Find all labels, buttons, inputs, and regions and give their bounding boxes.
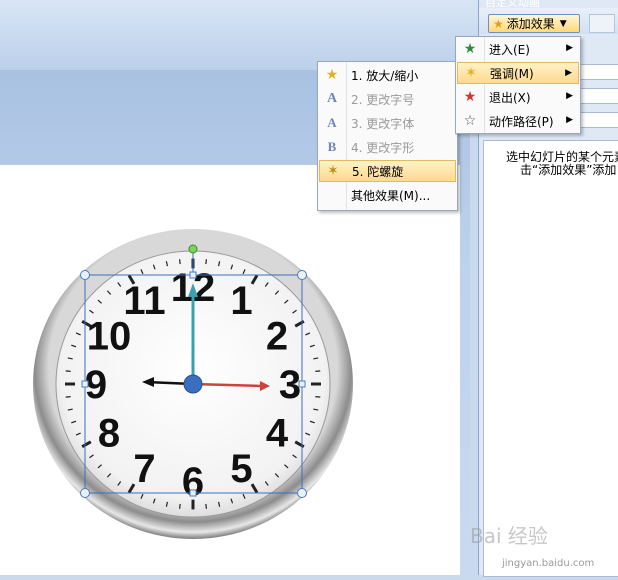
font-icon: A [327,115,337,130]
emphasis-star-icon: ✶ [465,65,477,81]
add-effect-button[interactable]: ★ 添加效果 ▼ [488,14,580,33]
resize-handle-b[interactable] [189,489,197,497]
menu-item-label: 5. 陀螺旋 [352,164,404,179]
menu-item-font: A 3. 更改字体 [319,112,456,134]
submenu-arrow-icon: ▶ [566,43,573,53]
clock-numeral: 1 [230,279,252,323]
emphasis-effects-menu: ★ 1. 放大/缩小 A 2. 更改字号 A 3. 更改字体 B 4. 更改字形… [317,61,458,211]
pane-hint-line2: 击“添加效果”添加 [520,163,617,177]
clock-numeral: 2 [266,315,288,359]
clock-tick [205,503,207,509]
resize-handle-tr[interactable] [297,270,307,280]
exit-star-icon: ★ [463,89,477,105]
watermark-url: jingyan.baidu.com [502,558,595,569]
clock-numeral: 5 [230,447,252,491]
entrance-star-icon: ★ [463,41,477,57]
clock-numeral: 4 [266,412,289,456]
effect-list[interactable]: 选中幻灯片的某个元素 击“添加效果”添加 [483,140,618,577]
ribbon-area [0,0,480,70]
menu-item-label: 1. 放大/缩小 [351,68,419,83]
pane-hint: 选中幻灯片的某个元素 击“添加效果”添加 [506,151,618,177]
clock-numeral: 3 [279,363,301,407]
add-effect-label: 添加效果 [506,17,555,31]
rotate-handle[interactable] [188,244,198,254]
add-effect-category-menu: ★ 进入(E) ▶ ✶ 强调(M) ▶ ★ 退出(X) ▶ ☆ 动作路径(P) … [455,36,581,134]
menu-item-entrance[interactable]: ★ 进入(E) ▶ [457,38,579,60]
menu-item-label: 进入(E) [489,42,530,57]
submenu-arrow-icon: ▶ [565,68,572,78]
clock-tick [315,370,321,372]
clock-tick [65,370,71,372]
menu-item-grow-shrink[interactable]: ★ 1. 放大/缩小 [319,64,456,86]
remove-effect-button[interactable] [589,14,615,33]
menu-item-label: 其他效果(M)... [351,188,431,203]
menu-item-font-style: B 4. 更改字形 [319,136,456,158]
clock-image[interactable]: 121234567891011 [30,225,360,545]
grow-shrink-icon: ★ [325,67,339,83]
submenu-arrow-icon: ▶ [566,115,573,125]
font-style-icon: B [327,139,337,154]
resize-handle-r[interactable] [298,380,306,388]
clock-numeral: 8 [98,412,120,456]
menu-item-more-effects[interactable]: 其他效果(M)... [319,184,456,206]
menu-item-label: 2. 更改字号 [351,92,415,107]
motion-path-star-icon: ☆ [463,113,477,129]
menu-item-label: 动作路径(P) [489,114,554,129]
watermark-text: Bai 经验 [470,524,548,548]
resize-handle-tl[interactable] [80,270,90,280]
menu-item-label: 3. 更改字体 [351,116,415,131]
clock-tick [205,259,207,265]
menu-item-emphasis[interactable]: ✶ 强调(M) ▶ [457,62,579,84]
menu-item-spin[interactable]: ✶ 5. 陀螺旋 [319,160,456,182]
menu-item-label: 强调(M) [490,66,534,81]
watermark-logo: Bai 经验 [470,520,618,580]
clock-numeral: 11 [123,279,165,323]
spin-icon: ✶ [327,163,339,179]
chevron-down-icon: ▼ [559,18,567,29]
add-effect-star-icon: ★ [493,16,504,31]
empty-icon-slot [319,184,345,206]
clock-numeral: 6 [182,460,204,504]
clock-numeral: 7 [133,447,155,491]
menu-item-motion-path[interactable]: ☆ 动作路径(P) ▶ [457,110,579,132]
clock-tick [179,503,181,509]
clock-tick [179,259,181,265]
font-size-icon: A [326,91,338,106]
resize-handle-l[interactable] [81,380,89,388]
resize-handle-t[interactable] [189,271,197,279]
resize-handle-bl[interactable] [80,488,90,498]
clock-tick [315,396,321,398]
clock-tick [65,396,71,398]
clock-center [183,374,203,394]
menu-item-label: 退出(X) [489,90,531,105]
resize-handle-br[interactable] [297,488,307,498]
menu-item-font-size: A 2. 更改字号 [319,88,456,110]
menu-item-label: 4. 更改字形 [351,140,415,155]
menu-item-exit[interactable]: ★ 退出(X) ▶ [457,86,579,108]
submenu-arrow-icon: ▶ [566,91,573,101]
